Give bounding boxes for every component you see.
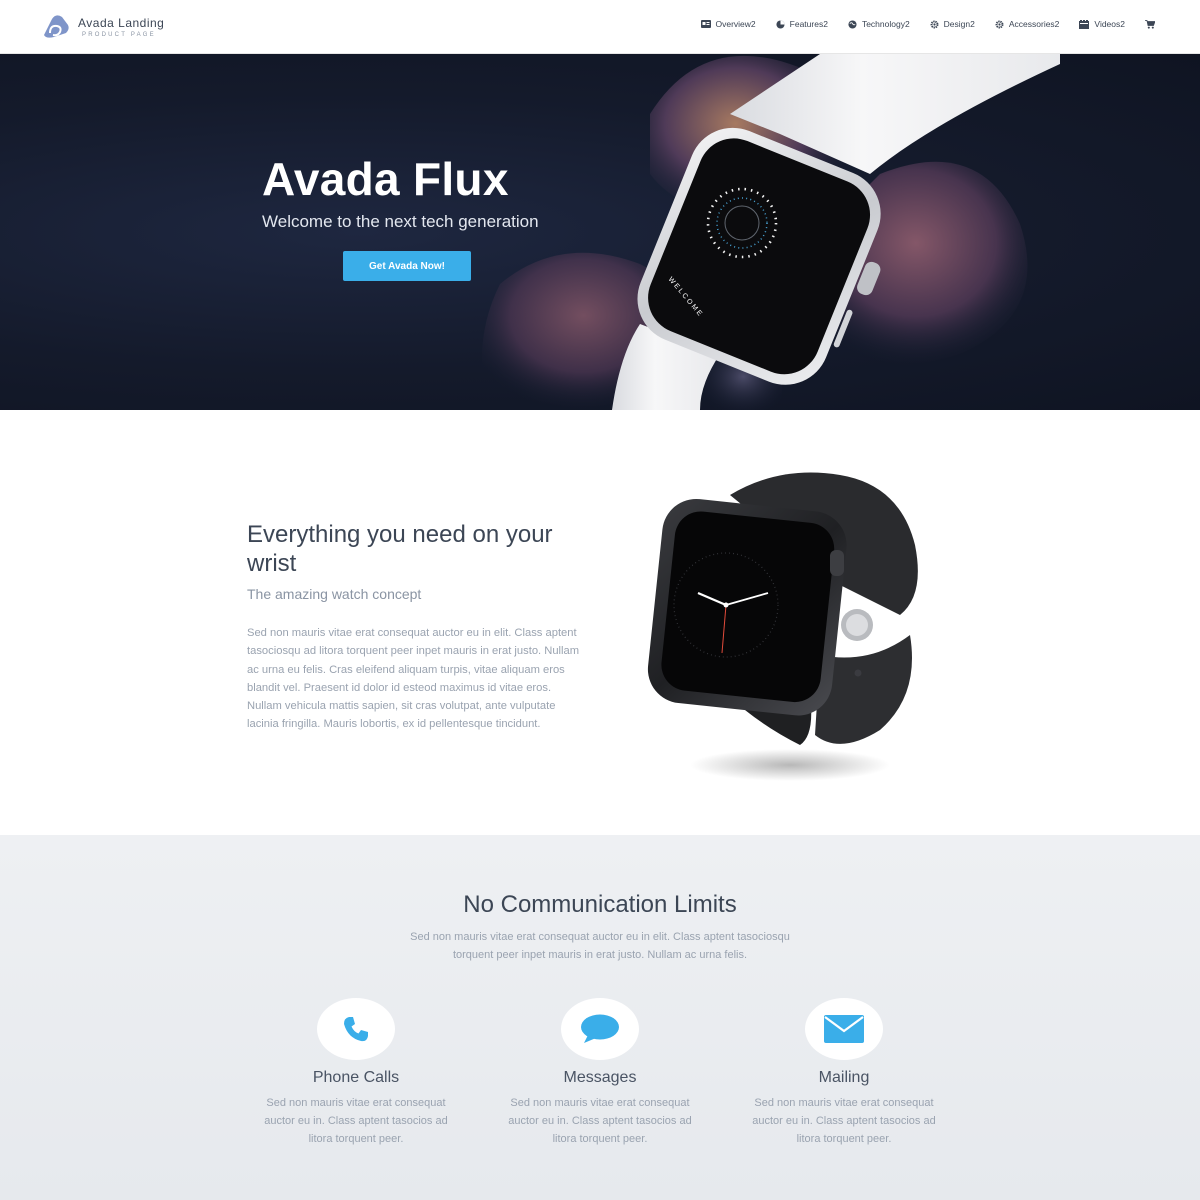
get-avada-button[interactable]: Get Avada Now!	[343, 251, 471, 281]
nav-label: Videos2	[1094, 19, 1125, 29]
gear-icon	[995, 20, 1004, 28]
id-card-icon	[700, 20, 711, 28]
feature-icon-circle	[805, 998, 883, 1060]
black-watch-image	[647, 472, 918, 781]
feature-title: Mailing	[818, 1069, 870, 1086]
nav-item-design[interactable]: Design2	[930, 19, 975, 29]
site-header: Avada Landing PRODUCT PAGE Overview2 Fea…	[0, 0, 1200, 54]
nav-item-features[interactable]: Features2	[776, 19, 828, 29]
feature-text: Sed non mauris vitae erat consequat auct…	[264, 1097, 448, 1145]
nav-item-videos[interactable]: Videos2	[1079, 19, 1125, 29]
feature-icon-circle	[317, 998, 395, 1060]
communication-section: No Communication Limits Sed non mauris v…	[0, 835, 1200, 1200]
cog-icon	[930, 20, 939, 28]
wrist-title: Everything you need on your wrist	[247, 521, 553, 577]
hero-watch-image	[482, 54, 1060, 410]
wrist-body: Sed non mauris vitae erat consequat auct…	[247, 627, 580, 731]
globe-icon	[848, 19, 857, 29]
hero-title: Avada Flux	[262, 153, 509, 205]
feature-title: Phone Calls	[312, 1069, 400, 1086]
feature-phone-calls: Phone Calls Sed non mauris vitae erat co…	[251, 998, 461, 1148]
feature-icon-circle	[561, 998, 639, 1060]
nav-label: Overview2	[715, 19, 756, 29]
logo-subtitle: PRODUCT PAGE	[82, 31, 156, 38]
comm-text: Sed non mauris vitae erat consequat auct…	[410, 931, 790, 961]
feature-text: Sed non mauris vitae erat consequat auct…	[752, 1097, 936, 1145]
hero-subtitle: Welcome to the next tech generation	[262, 212, 539, 231]
comm-title: No Communication Limits	[463, 891, 737, 918]
phone-icon	[344, 1017, 368, 1042]
nav-item-overview[interactable]: Overview2	[700, 19, 756, 29]
nav-label: Design2	[943, 19, 975, 29]
nav-item-technology[interactable]: Technology2	[848, 19, 910, 29]
film-icon	[1079, 19, 1090, 29]
feature-mailing: Mailing Sed non mauris vitae erat conseq…	[739, 998, 949, 1148]
logo-icon	[40, 13, 72, 41]
cart-button[interactable]	[1145, 19, 1160, 29]
feature-text: Sed non mauris vitae erat consequat auct…	[508, 1097, 692, 1145]
logo[interactable]: Avada Landing PRODUCT PAGE	[40, 13, 164, 41]
wrist-subtitle: The amazing watch concept	[247, 586, 422, 602]
feature-title: Messages	[563, 1069, 637, 1086]
pie-chart-icon	[776, 19, 785, 29]
chat-bubble-icon	[581, 1014, 619, 1043]
nav-label: Features2	[789, 19, 828, 29]
hero-section: WELCOME Avada Flux Welcome to the next t…	[0, 54, 1200, 410]
shopping-cart-icon	[1145, 19, 1155, 29]
nav-label: Technology2	[861, 19, 910, 29]
logo-title: Avada Landing	[78, 15, 165, 30]
nav-label: Accessories2	[1008, 19, 1060, 29]
wrist-section: Everything you need on your wrist The am…	[0, 410, 1200, 835]
envelope-icon	[824, 1015, 864, 1043]
main-nav: Overview2 Features2 Technology2 Design2 …	[700, 19, 1161, 29]
feature-messages: Messages Sed non mauris vitae erat conse…	[495, 998, 705, 1148]
nav-item-accessories[interactable]: Accessories2	[995, 19, 1060, 29]
